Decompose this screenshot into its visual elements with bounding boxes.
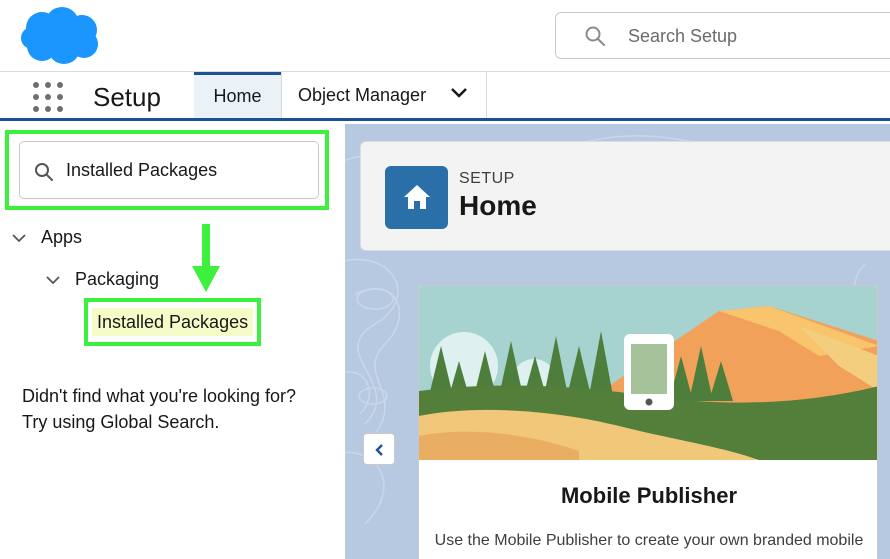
search-icon xyxy=(35,163,53,181)
search-icon xyxy=(585,26,605,46)
chevron-down-icon[interactable] xyxy=(45,274,61,286)
app-nav-bar: Setup Home Object Manager xyxy=(0,72,890,121)
chevron-left-icon xyxy=(375,444,383,456)
tree-node-apps-label: Apps xyxy=(41,227,83,247)
tab-object-manager[interactable]: Object Manager xyxy=(281,72,487,118)
breadcrumb: SETUP xyxy=(459,170,515,187)
mobile-publisher-card: Mobile Publisher Use the Mobile Publishe… xyxy=(418,285,878,559)
tree-node-packaging-label: Packaging xyxy=(75,269,160,289)
tab-home-label: Home xyxy=(213,86,262,106)
tab-home[interactable]: Home xyxy=(194,72,281,118)
page-title: Home xyxy=(459,190,537,221)
setup-home-content: SETUP Home Mobile Publisher Use the Mobi… xyxy=(345,124,890,559)
chevron-down-icon[interactable] xyxy=(11,232,27,244)
global-search-input[interactable]: Search Setup xyxy=(555,12,890,59)
card-title: Mobile Publisher xyxy=(560,483,738,508)
chevron-down-icon[interactable] xyxy=(450,87,468,99)
search-placeholder: Search Setup xyxy=(628,26,738,46)
green-down-arrow-annotation xyxy=(192,224,220,292)
setup-home-header: SETUP Home xyxy=(360,141,890,251)
collapse-sidebar-button[interactable] xyxy=(363,433,395,465)
quick-find-value: Installed Packages xyxy=(66,160,218,180)
salesforce-cloud-logo[interactable] xyxy=(20,6,104,66)
card-description: Use the Mobile Publisher to create your … xyxy=(434,532,864,559)
quick-find-input[interactable]: Installed Packages xyxy=(19,141,319,199)
tree-node-packaging[interactable]: Packaging xyxy=(45,269,159,290)
mountain-forest-illustration xyxy=(419,286,877,460)
not-found-line-1: Didn't find what you're looking for? xyxy=(22,386,297,406)
top-header: Search Setup xyxy=(0,0,890,72)
tab-object-manager-label: Object Manager xyxy=(298,84,427,105)
app-launcher-icon[interactable] xyxy=(33,82,63,112)
tree-node-apps[interactable]: Apps xyxy=(11,227,82,248)
global-search-hint: Try using Global Search. xyxy=(22,412,220,432)
not-found-message: Didn't find what you're looking for? Try… xyxy=(22,383,342,435)
tree-node-installed-packages[interactable]: Installed Packages xyxy=(92,308,254,336)
app-name: Setup xyxy=(93,82,161,112)
home-icon xyxy=(385,166,448,229)
